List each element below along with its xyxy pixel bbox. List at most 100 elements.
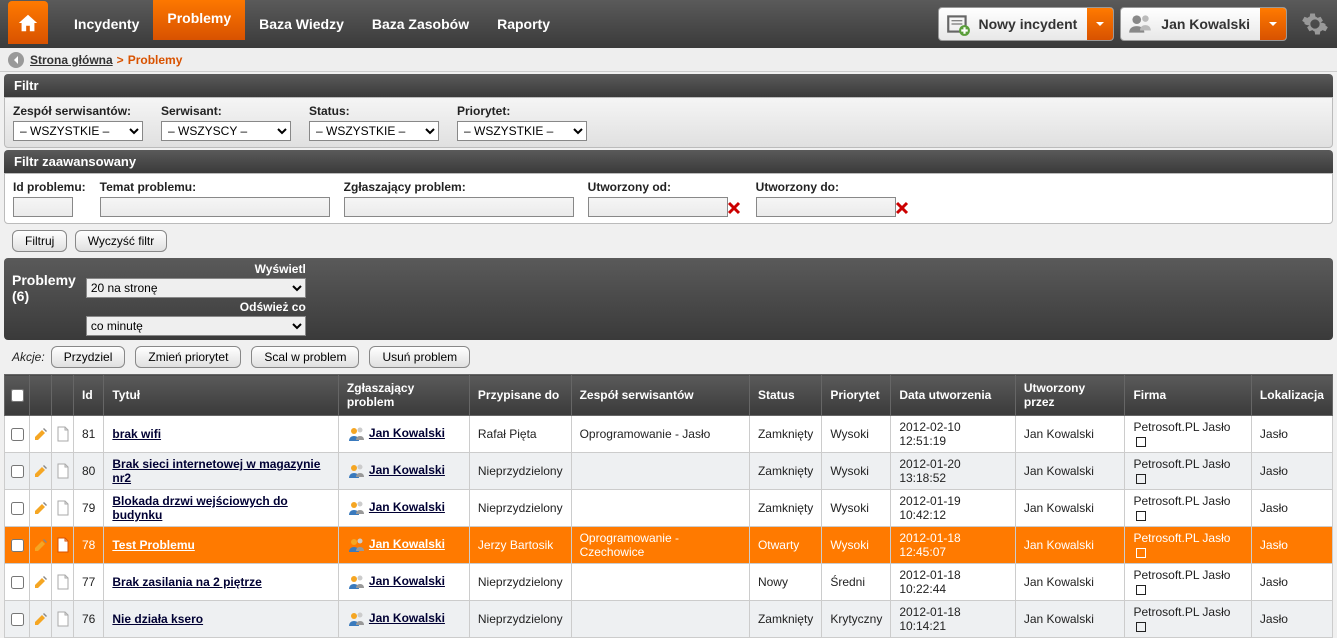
- table-row[interactable]: 76Nie działa kseroJan KowalskiNieprzydzi…: [5, 601, 1333, 638]
- col-utworzony-przez[interactable]: Utworzony przez: [1015, 375, 1125, 416]
- cell-reporter[interactable]: Jan Kowalski: [338, 601, 469, 638]
- adv-reporter-input[interactable]: [344, 197, 574, 217]
- row-checkbox[interactable]: [11, 465, 24, 478]
- edit-icon[interactable]: [30, 527, 52, 564]
- cell-title[interactable]: Blokada drzwi wejściowych do budynku: [104, 490, 339, 527]
- adv-created-to-clear[interactable]: [894, 200, 910, 216]
- row-checkbox[interactable]: [11, 539, 24, 552]
- nav-item-incydenty[interactable]: Incydenty: [60, 0, 153, 48]
- cell-created-by: Jan Kowalski: [1015, 564, 1125, 601]
- delete-button[interactable]: Usuń problem: [369, 346, 470, 368]
- cell-firm: Petrosoft.PL Jasło: [1125, 490, 1251, 527]
- document-icon[interactable]: [52, 527, 74, 564]
- document-icon[interactable]: [52, 564, 74, 601]
- person-icon: [347, 425, 365, 443]
- cell-title[interactable]: brak wifi: [104, 416, 339, 453]
- home-icon: [17, 12, 39, 34]
- cell-created: 2012-02-10 12:51:19: [891, 416, 1016, 453]
- nav-item-baza-wiedzy[interactable]: Baza Wiedzy: [245, 0, 358, 48]
- col-icon-2: [52, 375, 74, 416]
- cell-reporter[interactable]: Jan Kowalski: [338, 490, 469, 527]
- cell-title[interactable]: Brak sieci internetowej w magazynie nr2: [104, 453, 339, 490]
- edit-icon[interactable]: [30, 453, 52, 490]
- cell-reporter[interactable]: Jan Kowalski: [338, 564, 469, 601]
- cell-status: Zamknięty: [749, 453, 821, 490]
- table-row[interactable]: 77Brak zasilania na 2 piętrzeJan Kowalsk…: [5, 564, 1333, 601]
- display-select[interactable]: 20 na stronę: [86, 278, 306, 298]
- new-incident-dropdown[interactable]: [1087, 8, 1113, 40]
- row-checkbox[interactable]: [11, 428, 24, 441]
- cell-firm: Petrosoft.PL Jasło: [1125, 527, 1251, 564]
- adv-subject-input[interactable]: [100, 197, 330, 217]
- nav-item-raporty[interactable]: Raporty: [483, 0, 564, 48]
- col-priorytet[interactable]: Priorytet: [822, 375, 891, 416]
- user-menu-dropdown[interactable]: [1260, 8, 1286, 40]
- cell-created: 2012-01-20 13:18:52: [891, 453, 1016, 490]
- col-zg-aszaj-cy-problem[interactable]: Zgłaszający problem: [338, 375, 469, 416]
- cell-title[interactable]: Brak zasilania na 2 piętrze: [104, 564, 339, 601]
- settings-button[interactable]: [1301, 10, 1329, 38]
- person-icon: [347, 536, 365, 554]
- cell-title[interactable]: Test Problemu: [104, 527, 339, 564]
- adv-created-to-input[interactable]: [756, 197, 896, 217]
- document-icon[interactable]: [52, 453, 74, 490]
- col-firma[interactable]: Firma: [1125, 375, 1251, 416]
- filter-priority-select[interactable]: – WSZYSTKIE –: [457, 121, 587, 141]
- filter-tech-select[interactable]: – WSZYSCY –: [161, 121, 291, 141]
- cell-reporter[interactable]: Jan Kowalski: [338, 416, 469, 453]
- cell-priority: Wysoki: [822, 490, 891, 527]
- row-checkbox[interactable]: [11, 613, 24, 626]
- cell-team: Oprogramowanie - Czechowice: [571, 527, 749, 564]
- select-all-checkbox[interactable]: [11, 389, 24, 402]
- breadcrumb-back[interactable]: [8, 52, 24, 68]
- document-icon[interactable]: [52, 601, 74, 638]
- adv-created-from-clear[interactable]: [726, 200, 742, 216]
- filter-status-select[interactable]: – WSZYSTKIE –: [309, 121, 439, 141]
- cell-reporter[interactable]: Jan Kowalski: [338, 453, 469, 490]
- document-icon[interactable]: [52, 490, 74, 527]
- cell-firm: Petrosoft.PL Jasło: [1125, 416, 1251, 453]
- table-row[interactable]: 79Blokada drzwi wejściowych do budynkuJa…: [5, 490, 1333, 527]
- nav-item-problemy[interactable]: Problemy: [153, 0, 245, 40]
- table-row[interactable]: 80Brak sieci internetowej w magazynie nr…: [5, 453, 1333, 490]
- merge-button[interactable]: Scal w problem: [251, 346, 359, 368]
- home-button[interactable]: [8, 1, 48, 44]
- edit-icon[interactable]: [30, 490, 52, 527]
- edit-icon[interactable]: [30, 564, 52, 601]
- document-icon[interactable]: [52, 416, 74, 453]
- refresh-select[interactable]: co minutę: [86, 316, 306, 336]
- table-row[interactable]: 81brak wifiJan KowalskiRafał PiętaOprogr…: [5, 416, 1333, 453]
- filter-box: Zespół serwisantów: – WSZYSTKIE – Serwis…: [4, 97, 1333, 148]
- col-status[interactable]: Status: [749, 375, 821, 416]
- adv-created-from-input[interactable]: [588, 197, 728, 217]
- row-checkbox[interactable]: [11, 576, 24, 589]
- col-data-utworzenia[interactable]: Data utworzenia: [891, 375, 1016, 416]
- col-przypisane-do[interactable]: Przypisane do: [469, 375, 571, 416]
- col-lokalizacja[interactable]: Lokalizacja: [1251, 375, 1332, 416]
- nav-item-baza-zasobów[interactable]: Baza Zasobów: [358, 0, 483, 48]
- filter-tech-label: Serwisant:: [161, 104, 291, 118]
- row-checkbox[interactable]: [11, 502, 24, 515]
- filter-button[interactable]: Filtruj: [12, 230, 67, 252]
- assign-button[interactable]: Przydziel: [51, 346, 126, 368]
- breadcrumb-home[interactable]: Strona główna: [30, 48, 113, 72]
- table-row[interactable]: 78Test ProblemuJan KowalskiJerzy Bartosi…: [5, 527, 1333, 564]
- cell-reporter[interactable]: Jan Kowalski: [338, 527, 469, 564]
- edit-icon[interactable]: [30, 416, 52, 453]
- list-title: Problemy: [12, 272, 76, 288]
- adv-id-input[interactable]: [13, 197, 73, 217]
- cell-title[interactable]: Nie działa ksero: [104, 601, 339, 638]
- top-nav: IncydentyProblemyBaza WiedzyBaza Zasobów…: [0, 0, 1337, 48]
- edit-icon[interactable]: [30, 601, 52, 638]
- user-menu-button[interactable]: Jan Kowalski: [1120, 7, 1287, 41]
- col-zesp-serwisant-w[interactable]: Zespół serwisantów: [571, 375, 749, 416]
- firm-icon: [1136, 585, 1146, 595]
- new-incident-button[interactable]: Nowy incydent: [938, 7, 1115, 41]
- cell-firm: Petrosoft.PL Jasło: [1125, 564, 1251, 601]
- col-id[interactable]: Id: [74, 375, 104, 416]
- filter-team-select[interactable]: – WSZYSTKIE –: [13, 121, 143, 141]
- change-priority-button[interactable]: Zmień priorytet: [135, 346, 241, 368]
- refresh-label: Odśwież co: [86, 300, 306, 314]
- col-tytu-[interactable]: Tytuł: [104, 375, 339, 416]
- clear-filter-button[interactable]: Wyczyść filtr: [75, 230, 168, 252]
